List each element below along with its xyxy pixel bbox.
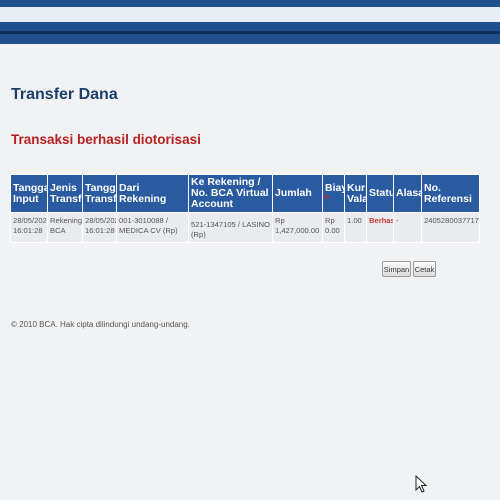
cell-ke-rekening: 521-1347105 / LASINO (Rp) xyxy=(188,212,273,243)
header-tanggal-input: Tanggal Input xyxy=(10,174,48,213)
cell-kurs-valas: 1.00 xyxy=(344,212,367,243)
header-biaya-mark: * xyxy=(325,192,330,205)
top-banner-rule xyxy=(0,31,500,34)
page-title: Transfer Dana xyxy=(11,86,118,103)
header-status: Status xyxy=(366,174,394,213)
header-jumlah: Jumlah xyxy=(272,174,323,213)
cell-alasan: - xyxy=(393,212,422,243)
header-ke-rekening: Ke Rekening / No. BCA Virtual Account xyxy=(188,174,273,213)
cell-dari-rekening: 001-3010088 / MEDICA CV (Rp) xyxy=(116,212,189,243)
table-row: 28/05/2024 16:01:28 Rekening BCA 28/05/2… xyxy=(10,212,480,243)
table-header-row: Tanggal Input Jenis Transfer Tanggal Tra… xyxy=(10,174,480,213)
header-kurs-valas: Kurs Valas xyxy=(344,174,367,213)
top-banner xyxy=(0,0,500,44)
header-dari-rekening: Dari Rekening xyxy=(116,174,189,213)
cell-no-referensi: 24052800377174 xyxy=(421,212,480,243)
mouse-cursor-icon xyxy=(415,475,427,493)
status-badge: Berhasil xyxy=(369,216,393,225)
header-biaya: Biaya* xyxy=(322,174,345,213)
footer-copyright: © 2010 BCA. Hak cipta dilindungi undang-… xyxy=(11,320,190,329)
success-message: Transaksi berhasil diotorisasi xyxy=(11,132,201,147)
print-button[interactable]: Cetak xyxy=(413,261,436,277)
cell-tanggal-transfer: 28/05/2024 16:01:28 xyxy=(82,212,117,243)
header-jenis-transfer: Jenis Transfer xyxy=(47,174,83,213)
cell-tanggal-input: 28/05/2024 16:01:28 xyxy=(10,212,48,243)
header-alasan: Alasan xyxy=(393,174,422,213)
cell-jumlah: Rp 1,427,000.00 xyxy=(272,212,323,243)
cell-jenis-transfer: Rekening BCA xyxy=(47,212,83,243)
cell-biaya: Rp 0.00 xyxy=(322,212,345,243)
header-tanggal-transfer: Tanggal Transfer xyxy=(82,174,117,213)
header-no-referensi: No. Referensi xyxy=(421,174,480,213)
top-banner-strip xyxy=(0,7,500,22)
cell-status: Berhasil xyxy=(366,212,394,243)
transaction-table: Tanggal Input Jenis Transfer Tanggal Tra… xyxy=(10,174,480,243)
save-button[interactable]: Simpan xyxy=(382,261,411,277)
